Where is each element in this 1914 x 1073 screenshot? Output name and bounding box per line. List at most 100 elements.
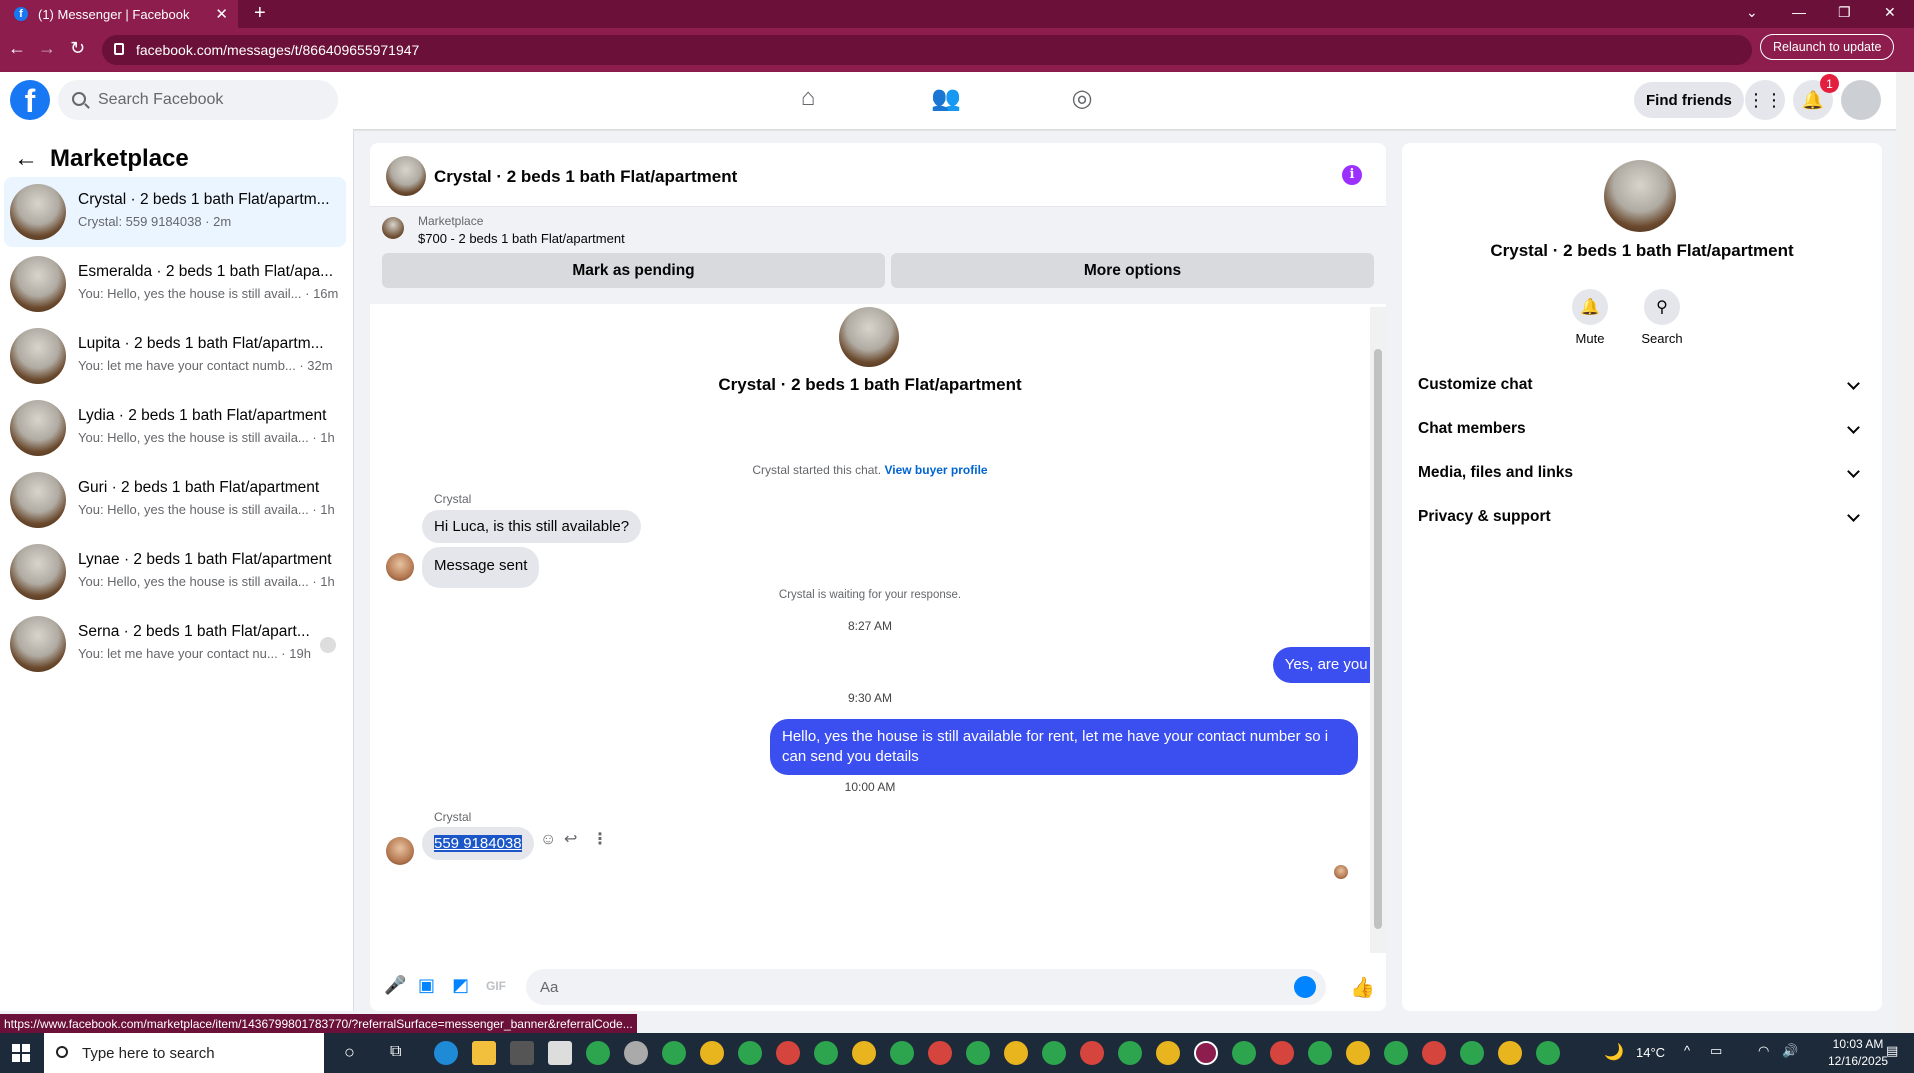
chrome-icon[interactable] [1156, 1041, 1180, 1065]
back-icon[interactable]: ← [8, 38, 26, 59]
message-input[interactable]: Aa [526, 969, 1326, 1005]
chrome-icon[interactable] [586, 1041, 610, 1065]
search-conversation-button[interactable]: ⚲ Search [1632, 289, 1692, 346]
like-thumbs-up-icon[interactable]: 👍 [1350, 975, 1375, 1000]
conversation-item[interactable]: Lupita · 2 beds 1 bath Flat/apartm... Yo… [4, 321, 346, 391]
cortana-icon[interactable]: ○ [344, 1042, 355, 1063]
new-tab-button[interactable]: + [254, 2, 266, 25]
app-icon[interactable] [624, 1041, 648, 1065]
reload-icon[interactable]: ↻ [70, 38, 85, 59]
chat-members-section[interactable]: Chat members [1418, 411, 1866, 447]
chrome-icon[interactable] [1498, 1041, 1522, 1065]
chrome-icon[interactable] [1346, 1041, 1370, 1065]
chrome-icon[interactable] [1004, 1041, 1028, 1065]
window-close-icon[interactable]: ✕ [1884, 4, 1896, 21]
page-scrollbar[interactable] [1896, 72, 1914, 1034]
scrollbar-thumb[interactable] [1374, 349, 1382, 929]
details-avatar[interactable] [1604, 160, 1676, 232]
chrome-icon[interactable] [1384, 1041, 1408, 1065]
notifications-icon[interactable]: ▤ [1886, 1043, 1898, 1059]
menu-grid-icon[interactable]: ⋮⋮ [1745, 80, 1785, 120]
tab-search-icon[interactable]: ⌄ [1746, 4, 1758, 21]
chrome-icon[interactable] [814, 1041, 838, 1065]
chrome-icon[interactable] [1080, 1041, 1104, 1065]
chrome-icon[interactable] [700, 1041, 724, 1065]
find-friends-button[interactable]: Find friends [1634, 82, 1744, 118]
chrome-icon[interactable] [966, 1041, 990, 1065]
incoming-message[interactable]: Hi Luca, is this still available? [422, 510, 642, 543]
chrome-icon[interactable] [662, 1041, 686, 1065]
wifi-icon[interactable]: ◠ [1758, 1043, 1769, 1059]
incoming-message[interactable]: Message sent [422, 547, 540, 588]
task-view-icon[interactable]: ⧉ [390, 1043, 401, 1061]
conversation-item[interactable]: Lydia · 2 beds 1 bath Flat/apartment You… [4, 393, 346, 463]
chat-title[interactable]: Crystal · 2 beds 1 bath Flat/apartment [434, 167, 737, 187]
search-input[interactable]: Search Facebook [58, 80, 338, 120]
chrome-icon[interactable] [1042, 1041, 1066, 1065]
weather-icon[interactable]: 🌙 [1604, 1042, 1624, 1062]
conversation-item[interactable]: Crystal · 2 beds 1 bath Flat/apartm... C… [4, 177, 346, 247]
listing-title[interactable]: $700 - 2 beds 1 bath Flat/apartment [418, 231, 625, 246]
back-arrow-icon[interactable]: ← [14, 145, 38, 173]
view-buyer-profile-link[interactable]: View buyer profile [884, 463, 987, 477]
microphone-icon[interactable]: 🎤 [384, 975, 406, 996]
address-bar[interactable]: facebook.com/messages/t/866409655971947 [102, 35, 1752, 65]
facebook-logo-icon[interactable]: f [10, 80, 50, 120]
network-icon[interactable]: ▭ [1710, 1043, 1722, 1059]
groups-icon[interactable]: ◎ [1066, 84, 1098, 116]
friends-icon[interactable]: 👥 [930, 84, 962, 116]
sticker-icon[interactable]: ◩ [452, 975, 469, 996]
conversation-item[interactable]: Guri · 2 beds 1 bath Flat/apartment You:… [4, 465, 346, 535]
forward-icon[interactable]: → [38, 38, 56, 59]
more-actions-icon[interactable]: ⋮ [592, 829, 608, 849]
chrome-icon[interactable] [1536, 1041, 1560, 1065]
listing-thumbnail[interactable] [382, 217, 404, 239]
reply-icon[interactable]: ↩ [564, 829, 577, 849]
restore-icon[interactable]: ❐ [1838, 4, 1851, 21]
chrome-icon[interactable] [1308, 1041, 1332, 1065]
conversation-item[interactable]: Lynae · 2 beds 1 bath Flat/apartment You… [4, 537, 346, 607]
close-tab-icon[interactable]: ✕ [215, 5, 228, 23]
chrome-icon[interactable] [1460, 1041, 1484, 1065]
mark-as-pending-button[interactable]: Mark as pending [382, 253, 885, 288]
chrome-icon[interactable] [1118, 1041, 1142, 1065]
conversation-item[interactable]: Esmeralda · 2 beds 1 bath Flat/apa... Yo… [4, 249, 346, 319]
tray-chevron-icon[interactable]: ^ [1684, 1043, 1690, 1058]
volume-icon[interactable]: 🔊 [1782, 1043, 1798, 1059]
taskbar-search-input[interactable]: Type here to search [44, 1033, 324, 1073]
photo-icon[interactable]: ▣ [418, 975, 435, 996]
emoji-icon[interactable] [1294, 976, 1316, 998]
customize-chat-section[interactable]: Customize chat [1418, 367, 1866, 403]
system-clock[interactable]: 10:03 AM 12/16/2025 [1828, 1036, 1888, 1070]
store-icon[interactable] [510, 1041, 534, 1065]
minimize-icon[interactable]: — [1792, 4, 1806, 20]
react-emoji-icon[interactable]: ☺ [540, 831, 556, 849]
message-scrollbar[interactable] [1370, 307, 1386, 953]
account-avatar[interactable] [1841, 80, 1881, 120]
outgoing-message[interactable]: Hello, yes the house is still available … [770, 719, 1358, 775]
chrome-icon[interactable] [776, 1041, 800, 1065]
chrome-icon[interactable] [928, 1041, 952, 1065]
sender-avatar[interactable] [386, 837, 414, 865]
selected-phone-number[interactable]: 559 9184038 [434, 835, 522, 852]
temperature[interactable]: 14°C [1636, 1045, 1665, 1060]
browser-tab-messenger[interactable]: f (1) Messenger | Facebook ✕ [0, 0, 238, 28]
chrome-icon[interactable] [738, 1041, 762, 1065]
chat-avatar[interactable] [386, 156, 426, 196]
chrome-icon[interactable] [890, 1041, 914, 1065]
media-files-links-section[interactable]: Media, files and links [1418, 455, 1866, 491]
incoming-message[interactable]: 559 9184038 [422, 827, 534, 860]
mute-button[interactable]: 🔔 Mute [1560, 289, 1620, 346]
chrome-icon[interactable] [1232, 1041, 1256, 1065]
mail-icon[interactable] [548, 1041, 572, 1065]
home-icon[interactable]: ⌂ [792, 84, 824, 116]
chrome-icon[interactable] [1422, 1041, 1446, 1065]
edge-icon[interactable] [434, 1041, 458, 1065]
sender-avatar[interactable] [386, 553, 414, 581]
file-explorer-icon[interactable] [472, 1041, 496, 1065]
chrome-icon[interactable] [1270, 1041, 1294, 1065]
chrome-active-icon[interactable] [1194, 1041, 1218, 1065]
windows-start-icon[interactable] [12, 1044, 30, 1062]
gif-icon[interactable]: GIF [486, 979, 506, 993]
chrome-icon[interactable] [852, 1041, 876, 1065]
